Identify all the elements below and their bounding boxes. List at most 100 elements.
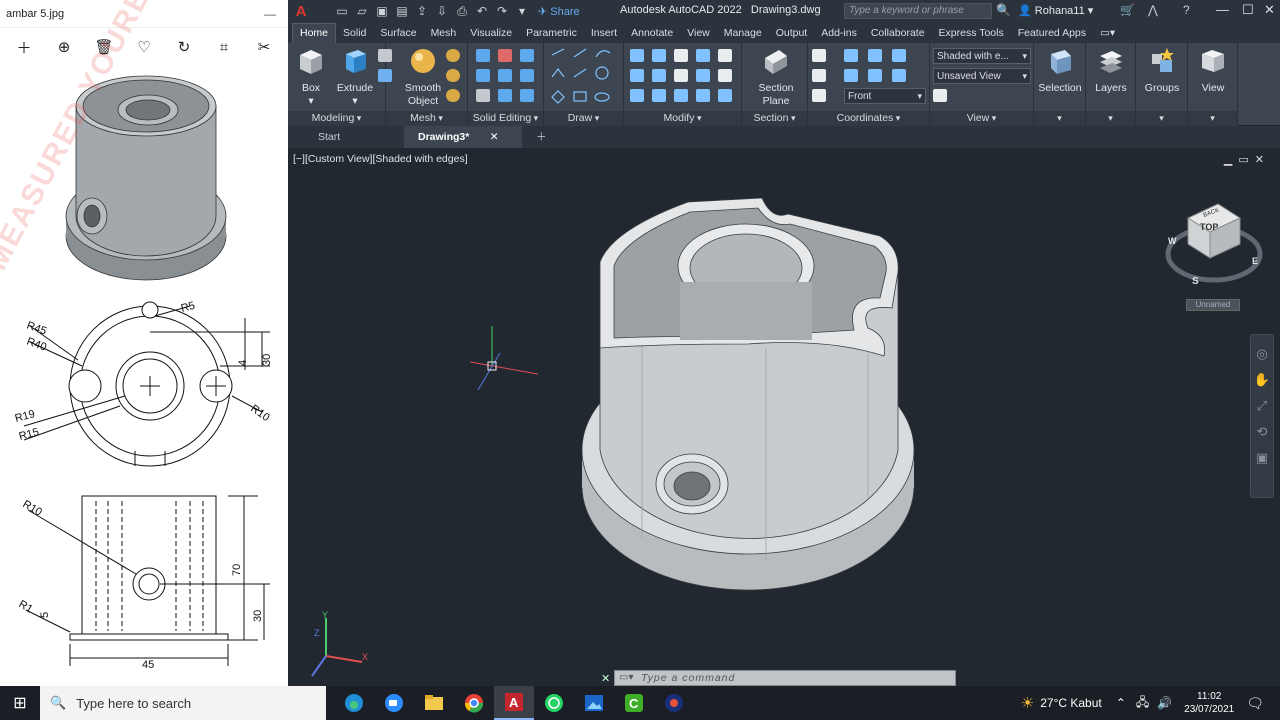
taskbar-search-box[interactable]: 🔍 Type here to search xyxy=(40,686,326,720)
showmotion-icon[interactable]: ▣ xyxy=(1251,445,1273,471)
camtasia-icon[interactable]: C xyxy=(614,686,654,720)
add-icon[interactable]: ＋ xyxy=(9,37,39,58)
weather-text[interactable]: 27°C Kabut xyxy=(1040,696,1102,710)
file-explorer-icon[interactable] xyxy=(414,686,454,720)
plot-icon[interactable]: ⎙ xyxy=(452,4,472,19)
rotate-icon[interactable] xyxy=(674,49,688,62)
trim-icon[interactable] xyxy=(696,49,710,62)
ucs-icon-toggle[interactable] xyxy=(812,89,826,102)
panel-caption-draw[interactable]: Draw xyxy=(544,111,623,126)
network-icon[interactable]: 🖧 xyxy=(1136,693,1149,714)
ucs-y-icon[interactable] xyxy=(892,69,906,82)
move-icon[interactable] xyxy=(630,49,644,62)
command-close-icon[interactable]: ✕ xyxy=(601,672,610,685)
named-view-combo[interactable]: Unsaved View xyxy=(933,68,1031,84)
box-button[interactable]: Box ▾ xyxy=(294,46,328,108)
compass-w[interactable]: W xyxy=(1168,236,1177,246)
tab-solid[interactable]: Solid xyxy=(336,27,373,43)
scale-icon[interactable] xyxy=(674,89,688,102)
tab-parametric[interactable]: Parametric xyxy=(519,27,584,43)
rotate-3d-icon[interactable] xyxy=(674,69,688,82)
edge-icon[interactable] xyxy=(334,686,374,720)
tab-annotate[interactable]: Annotate xyxy=(624,27,680,43)
app-icon[interactable] xyxy=(654,686,694,720)
tab-visualize[interactable]: Visualize xyxy=(463,27,519,43)
web-save-icon[interactable]: ⇩ xyxy=(432,4,452,18)
command-history-icon[interactable]: ▭▾ xyxy=(619,672,633,683)
tab-surface[interactable]: Surface xyxy=(373,27,423,43)
mesh-smooth-less-icon[interactable] xyxy=(446,69,460,82)
redo-icon[interactable]: ↷ xyxy=(492,4,512,18)
zoom-icon[interactable]: ⊕ xyxy=(49,38,79,56)
minimize-button[interactable]: — xyxy=(1216,2,1229,17)
ucs-view-combo[interactable]: Front xyxy=(844,88,926,104)
interfere-icon[interactable] xyxy=(476,89,490,102)
viewcube[interactable]: TOP BACK W E S xyxy=(1165,203,1263,287)
ucs-world-icon[interactable] xyxy=(844,49,858,62)
tab-add-ins[interactable]: Add-ins xyxy=(814,27,864,43)
ucs-zaxis-icon[interactable] xyxy=(892,49,906,62)
photos-icon[interactable] xyxy=(574,686,614,720)
extrude-button[interactable]: Extrude ▾ xyxy=(334,46,376,108)
zoom-extents-icon[interactable]: ⤢ xyxy=(1251,393,1273,419)
panel-caption-modify[interactable]: Modify xyxy=(624,111,741,126)
stretch-icon[interactable] xyxy=(696,89,710,102)
customize-icon[interactable]: ▾ xyxy=(512,4,532,18)
rotate-icon[interactable]: ↻ xyxy=(169,38,199,56)
panel-caption-groups[interactable] xyxy=(1136,111,1187,126)
fillet-icon[interactable] xyxy=(696,69,710,82)
tab-mesh[interactable]: Mesh xyxy=(424,27,464,43)
drawing-viewport[interactable]: [−][Custom View][Shaded with edges] ▁▭✕ xyxy=(288,148,1280,686)
share-button[interactable]: ✈ Share xyxy=(538,5,580,18)
chamfer-icon[interactable] xyxy=(718,69,732,82)
ucs-x-icon[interactable] xyxy=(868,69,882,82)
clock[interactable]: 11:02 23/07/2021 xyxy=(1184,690,1234,716)
tab-insert[interactable]: Insert xyxy=(584,27,624,43)
tab-collaborate[interactable]: Collaborate xyxy=(864,27,932,43)
chrome-icon[interactable] xyxy=(454,686,494,720)
user-account[interactable]: 👤 Rohana11 ▾ xyxy=(1018,4,1093,17)
tab-output[interactable]: Output xyxy=(769,27,815,43)
3d-move-icon[interactable] xyxy=(652,49,666,62)
offset-icon[interactable] xyxy=(718,89,732,102)
undo-icon[interactable]: ↶ xyxy=(472,4,492,18)
close-button[interactable]: ✕ xyxy=(1264,2,1275,18)
windows-start-icon[interactable]: ⊞ xyxy=(0,693,40,713)
panel-caption-solid-editing[interactable]: Solid Editing xyxy=(468,111,543,126)
subtract-icon[interactable] xyxy=(498,49,512,62)
save-icon[interactable]: ▣ xyxy=(372,4,392,18)
ucs-icon[interactable] xyxy=(812,49,826,62)
maximize-button[interactable]: ☐ xyxy=(1242,2,1254,18)
viewcube-top-label[interactable]: TOP xyxy=(1200,222,1218,232)
solid-edit-icon[interactable] xyxy=(378,49,392,62)
view-button[interactable]: View xyxy=(1192,46,1234,95)
tab-manage[interactable]: Manage xyxy=(717,27,769,43)
mesh-icon[interactable] xyxy=(378,69,392,82)
save-as-icon[interactable]: ▤ xyxy=(392,4,412,18)
help-icon[interactable]: ? xyxy=(1183,3,1190,17)
crop-icon[interactable]: ⌗ xyxy=(209,39,239,56)
viewport-config-icon[interactable] xyxy=(933,89,947,102)
ucs-3point-icon[interactable] xyxy=(844,69,858,82)
ribbon-options-icon[interactable]: ▭▾ xyxy=(1093,27,1122,43)
search-icon[interactable]: 🔍 xyxy=(996,3,1011,17)
keyword-search-input[interactable]: Type a keyword or phrase xyxy=(844,3,992,19)
ucs-origin-icon[interactable] xyxy=(868,49,882,62)
smooth-object-button[interactable]: Smooth Object xyxy=(400,46,446,108)
zoom-icon[interactable] xyxy=(374,686,414,720)
mesh-refine-icon[interactable] xyxy=(446,89,460,102)
section-plane-button[interactable]: Section Plane xyxy=(754,46,798,108)
erase-icon[interactable] xyxy=(718,49,732,62)
tray-chevron-icon[interactable]: ⌃ xyxy=(1116,696,1126,710)
extract-edges-icon[interactable] xyxy=(498,89,512,102)
mirror-icon[interactable] xyxy=(630,89,644,102)
panel-caption-view[interactable]: View xyxy=(930,111,1033,126)
panel-caption-mesh[interactable]: Mesh xyxy=(386,111,467,126)
cart-icon[interactable]: 🛒 xyxy=(1120,3,1135,17)
3d-model[interactable] xyxy=(581,197,915,591)
panel-caption-section[interactable]: Section xyxy=(742,111,807,126)
autocad-icon[interactable]: A xyxy=(494,686,534,720)
selection-button[interactable]: Selection xyxy=(1038,46,1082,95)
ucs-menu-unnamed[interactable]: Unnamed xyxy=(1186,299,1240,311)
imprint-icon[interactable] xyxy=(498,69,512,82)
